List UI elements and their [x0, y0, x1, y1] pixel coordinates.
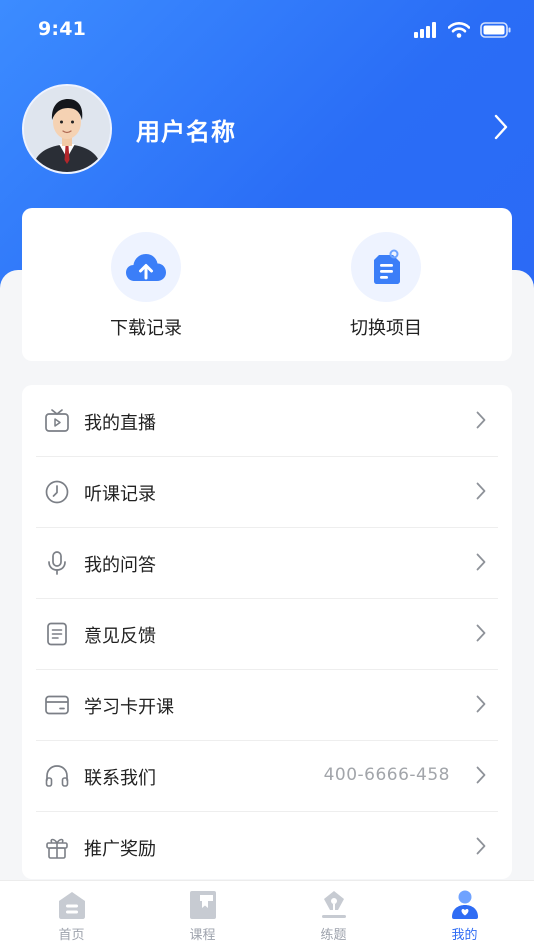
tv-play-icon — [45, 409, 69, 432]
tab-practice[interactable]: 练题 — [267, 881, 400, 951]
menu-item-label: 学习卡开课 — [84, 697, 174, 718]
tab-label: 首页 — [58, 928, 85, 943]
download-records-button[interactable]: 下载记录 — [66, 232, 226, 340]
user-icon — [451, 890, 478, 919]
clock-icon — [45, 480, 69, 504]
status-time: 9:41 — [38, 18, 87, 40]
tab-courses[interactable]: 课程 — [136, 881, 269, 951]
chevron-right-icon — [476, 766, 486, 784]
cloud-upload-icon — [126, 254, 166, 281]
status-icons — [414, 22, 512, 38]
tag-document-icon — [374, 249, 400, 284]
switch-project-button[interactable]: 切换项目 — [306, 232, 466, 340]
home-icon — [58, 892, 85, 919]
menu-item-label: 听课记录 — [84, 484, 156, 505]
microphone-icon — [48, 551, 66, 575]
signal-icon — [414, 22, 436, 38]
contact-phone-number: 400-6666-458 — [323, 765, 450, 785]
tab-mine[interactable]: 我的 — [398, 881, 531, 951]
download-records-label: 下载记录 — [110, 318, 182, 339]
headphones-icon — [45, 765, 69, 787]
menu-item-label: 我的问答 — [84, 555, 156, 576]
chevron-right-icon[interactable] — [494, 114, 508, 140]
tab-home[interactable]: 首页 — [5, 881, 138, 951]
tab-label: 课程 — [189, 928, 216, 943]
document-icon — [47, 622, 67, 646]
menu-item-feedback[interactable]: 意见反馈 — [36, 598, 498, 670]
menu-item-label: 我的直播 — [84, 413, 156, 434]
tab-label: 练题 — [320, 928, 347, 943]
quick-actions-card: 下载记录 切换项目 — [22, 208, 512, 361]
chevron-right-icon — [476, 695, 486, 713]
avatar-person-icon — [24, 86, 110, 172]
menu-item-label: 联系我们 — [84, 768, 156, 789]
menu-item-study-card[interactable]: 学习卡开课 — [36, 669, 498, 741]
chevron-right-icon — [476, 482, 486, 500]
book-icon — [189, 891, 216, 919]
chevron-right-icon — [476, 837, 486, 855]
menu-item-my-qa[interactable]: 我的问答 — [36, 527, 498, 599]
tab-label: 我的 — [451, 928, 478, 943]
switch-project-icon-circle — [351, 232, 421, 302]
battery-icon — [480, 22, 511, 38]
chevron-right-icon — [476, 411, 486, 429]
menu-item-my-live[interactable]: 我的直播 — [36, 385, 498, 457]
menu-item-contact-us[interactable]: 联系我们 400-6666-458 — [36, 740, 498, 812]
card-icon — [45, 695, 69, 715]
chevron-right-icon — [476, 553, 486, 571]
username[interactable]: 用户名称 — [136, 112, 236, 147]
profile-header[interactable]: 用户名称 — [22, 84, 512, 176]
avatar[interactable] — [22, 84, 112, 174]
menu-item-promotion-rewards[interactable]: 推广奖励 — [36, 811, 498, 879]
menu-item-listening-history[interactable]: 听课记录 — [36, 456, 498, 528]
pen-icon — [321, 891, 346, 918]
status-bar: 9:41 — [0, 0, 534, 62]
switch-project-label: 切换项目 — [350, 318, 422, 339]
menu-item-label: 意见反馈 — [84, 626, 156, 647]
menu-item-label: 推广奖励 — [84, 839, 156, 860]
bottom-tab-bar: 首页 课程 练题 我的 — [0, 880, 534, 951]
download-records-icon-circle — [111, 232, 181, 302]
chevron-right-icon — [476, 624, 486, 642]
wifi-icon — [448, 22, 470, 38]
menu-card: 我的直播 听课记录 我的问答 意见反馈 学习卡开课 联系我们 400-6666-… — [22, 385, 512, 879]
gift-icon — [46, 838, 68, 859]
